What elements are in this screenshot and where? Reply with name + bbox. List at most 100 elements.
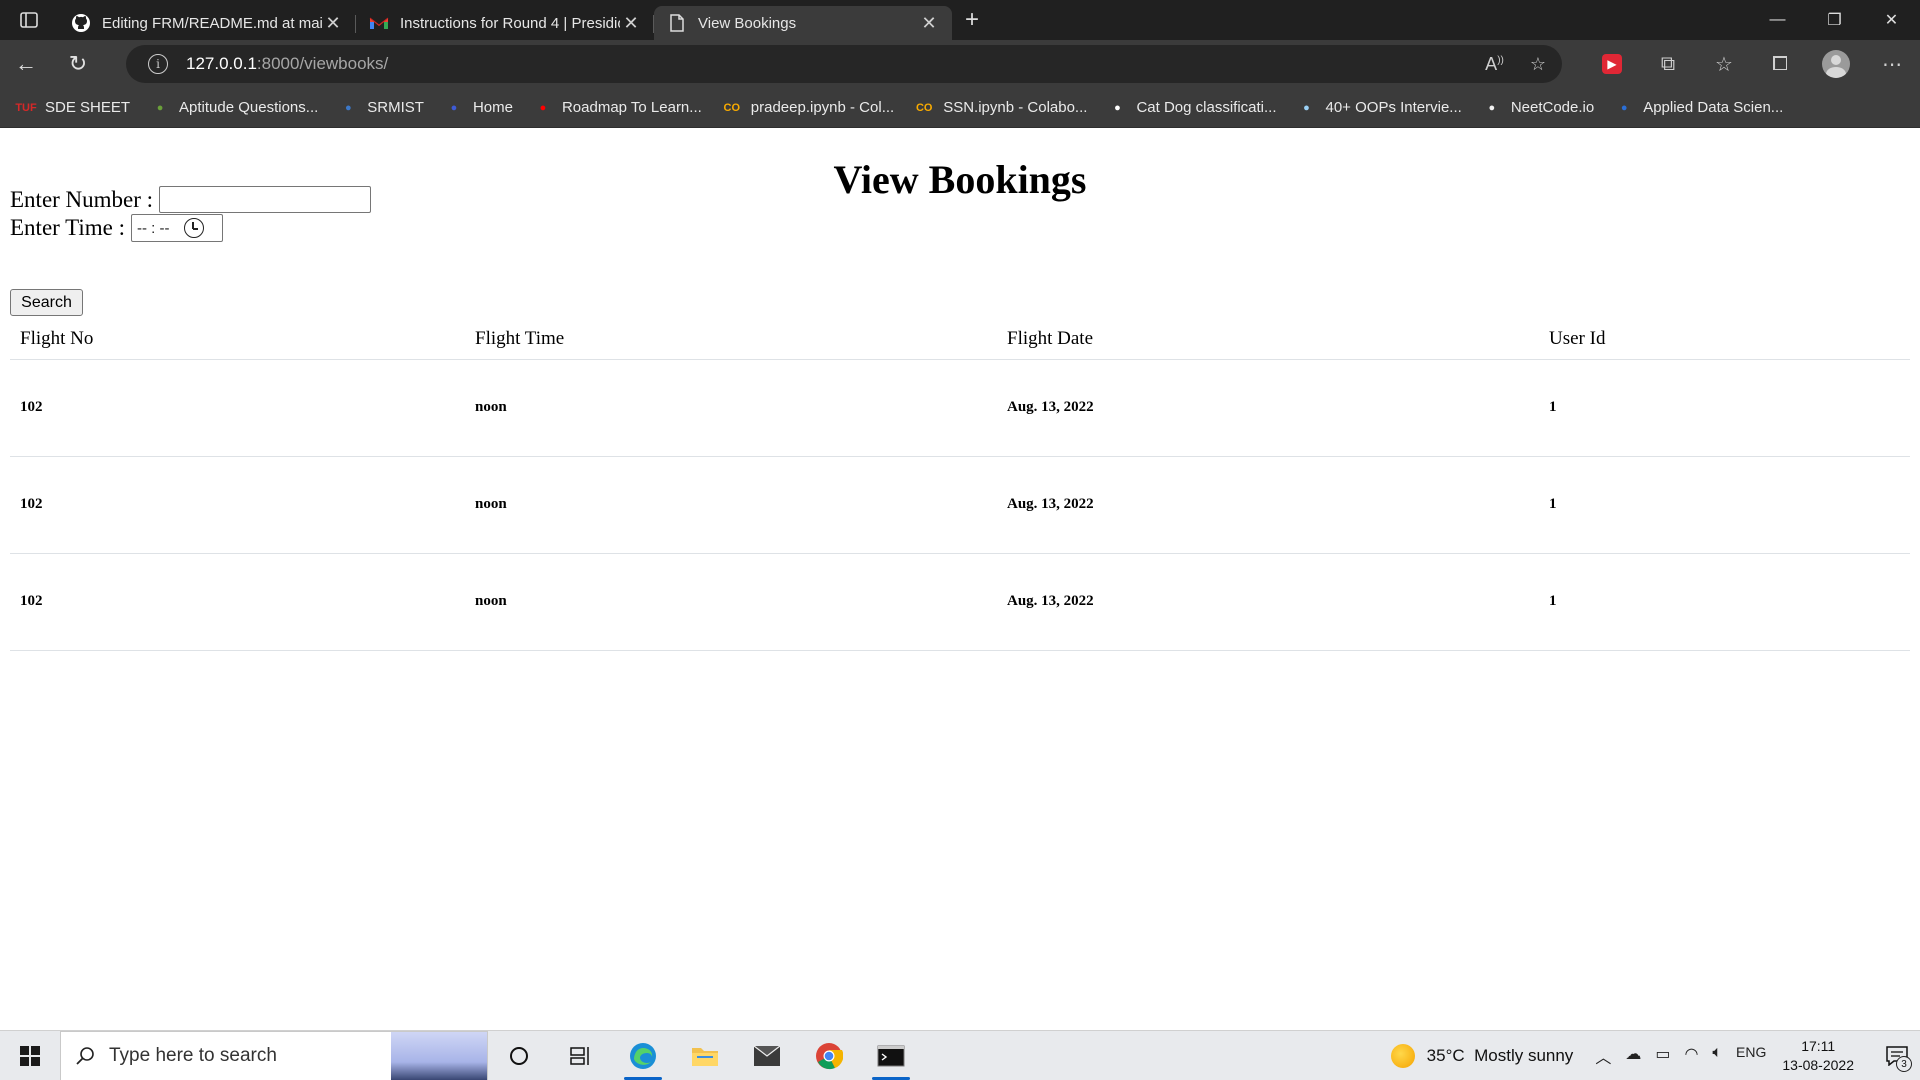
cell-flight-time: noon <box>465 553 997 651</box>
address-toolbar: ← ↻ i 127.0.0.1:8000/viewbooks/ A)) ☆ ▶ … <box>0 40 1920 88</box>
bookmark-label: SSN.ipynb - Colabo... <box>943 99 1088 116</box>
volume-icon[interactable]: 🔈︎ <box>1712 1044 1722 1068</box>
browser-toolbar-icons: ▶ ⧉ ☆ ⧠ ⋯ <box>1584 40 1920 88</box>
taskbar-mail[interactable] <box>736 1031 798 1080</box>
search-icon <box>76 1046 94 1065</box>
taskbar-clock[interactable]: 17:11 13-08-2022 <box>1782 1037 1854 1075</box>
profile-avatar-icon[interactable] <box>1822 50 1850 78</box>
battery-icon[interactable]: ▭ <box>1655 1044 1670 1068</box>
mountain-icon: ● <box>1303 101 1310 114</box>
cell-flight-time: noon <box>465 456 997 554</box>
tab-github-readme[interactable]: Editing FRM/README.md at main ✕ <box>58 6 356 40</box>
terminal-icon <box>877 1045 905 1066</box>
windows-taskbar: Type here to search 35°C Mostly sunny ︿ … <box>0 1030 1920 1080</box>
cell-user-id: 1 <box>1539 456 1910 554</box>
time-label: Enter Time : <box>10 215 126 240</box>
bookmark-item[interactable]: ● Home <box>444 98 513 118</box>
close-tab-icon[interactable]: ✕ <box>918 13 940 34</box>
bookmark-item[interactable]: ● SRMIST <box>338 98 424 118</box>
bookmark-label: 40+ OOPs Intervie... <box>1325 99 1462 116</box>
close-tab-icon[interactable]: ✕ <box>620 13 642 34</box>
search-button[interactable]: Search <box>10 289 83 316</box>
language-indicator[interactable]: ENG <box>1736 1044 1766 1068</box>
back-button[interactable]: ← <box>0 40 52 88</box>
taskbar-chrome[interactable] <box>798 1031 860 1080</box>
task-view-button[interactable] <box>550 1031 612 1080</box>
close-tab-icon[interactable]: ✕ <box>322 13 344 34</box>
bookmark-item[interactable]: CO SSN.ipynb - Colabo... <box>914 98 1088 118</box>
tab-gmail-instructions[interactable]: Instructions for Round 4 | Presidio ✕ <box>356 6 654 40</box>
refresh-icon: ↻ <box>68 51 88 76</box>
time-input[interactable]: -- : -- <box>131 214 224 242</box>
taskbar-search-box[interactable]: Type here to search <box>60 1030 488 1080</box>
favorites-icon[interactable]: ☆ <box>1696 52 1752 77</box>
more-options-icon[interactable]: ⋯ <box>1864 52 1920 77</box>
bookmark-item[interactable]: ● Aptitude Questions... <box>150 98 319 118</box>
number-input[interactable] <box>159 186 372 213</box>
bookmark-label: Cat Dog classificati... <box>1136 99 1277 116</box>
cortana-button[interactable] <box>488 1031 550 1080</box>
url-text[interactable]: 127.0.0.1:8000/viewbooks/ <box>186 54 388 74</box>
collections-icon[interactable]: ⧠ <box>1752 53 1808 76</box>
header-flight-no: Flight No <box>10 319 465 360</box>
read-aloud-icon[interactable]: A)) <box>1485 54 1504 75</box>
number-row: Enter Number : <box>10 186 372 213</box>
wifi-icon[interactable]: ◠ <box>1684 1044 1698 1068</box>
taskbar-terminal[interactable] <box>860 1031 922 1080</box>
taskbar-file-explorer[interactable] <box>674 1031 736 1080</box>
extensions-icon[interactable]: ⧉ <box>1640 53 1696 76</box>
cortana-icon <box>510 1046 528 1065</box>
table-row: 102 noon Aug. 13, 2022 1 <box>10 456 1910 554</box>
bookmark-label: pradeep.ipynb - Col... <box>750 99 895 116</box>
tab-actions-icon <box>20 12 38 28</box>
bookmark-item[interactable]: ● Roadmap To Learn... <box>533 98 702 118</box>
clock-date: 13-08-2022 <box>1782 1057 1854 1073</box>
gmail-icon <box>368 12 390 34</box>
tray-icons: ︿ ☁ ▭ ◠ 🔈︎ ENG <box>1595 1044 1766 1068</box>
cell-flight-date: Aug. 13, 2022 <box>997 359 1539 457</box>
system-tray: 35°C Mostly sunny ︿ ☁ ▭ ◠ 🔈︎ ENG 17:11 1… <box>1390 1031 1920 1080</box>
add-favorite-icon[interactable]: ☆ <box>1530 54 1546 75</box>
start-button[interactable] <box>0 1031 60 1080</box>
tab-title: Instructions for Round 4 | Presidio <box>400 14 620 32</box>
taskbar-search-placeholder: Type here to search <box>109 1044 277 1066</box>
table-row: 102 noon Aug. 13, 2022 1 <box>10 359 1910 457</box>
chart-icon: ● <box>1114 101 1121 114</box>
bookmark-item[interactable]: ● 40+ OOPs Intervie... <box>1297 98 1462 118</box>
bookmark-item[interactable]: ● NeetCode.io <box>1482 98 1594 118</box>
bookmark-item[interactable]: ● Cat Dog classificati... <box>1107 98 1276 118</box>
weather-text: 35°C Mostly sunny <box>1426 1046 1574 1065</box>
extension-red-icon[interactable]: ▶ <box>1602 54 1622 74</box>
refresh-button[interactable]: ↻ <box>52 40 104 88</box>
colab-icon: CO <box>915 101 933 114</box>
bookmark-item[interactable]: TUF SDE SHEET <box>15 98 130 118</box>
notifications-button[interactable]: 3 <box>1874 1031 1920 1080</box>
close-window-icon[interactable]: ✕ <box>1863 0 1920 40</box>
bookmark-label: Aptitude Questions... <box>179 99 319 116</box>
bookmark-item[interactable]: ● Applied Data Scien... <box>1614 98 1783 118</box>
tab-actions-button[interactable] <box>0 0 58 40</box>
taskbar-edge[interactable] <box>612 1031 674 1080</box>
minimize-icon[interactable]: — <box>1749 0 1806 40</box>
clock-icon[interactable] <box>183 218 204 238</box>
bookmark-item[interactable]: CO pradeep.ipynb - Col... <box>722 98 895 118</box>
site-info-icon[interactable]: i <box>148 54 168 74</box>
new-tab-button[interactable]: + <box>952 0 992 40</box>
edge-icon <box>630 1042 656 1069</box>
page-content: View Bookings Enter Number : Enter Time … <box>0 128 1920 1030</box>
network-cloud-icon[interactable]: ☁ <box>1625 1044 1641 1068</box>
chrome-icon <box>816 1042 843 1069</box>
url-bar[interactable]: i 127.0.0.1:8000/viewbooks/ A)) ☆ <box>126 45 1562 83</box>
cell-flight-time: noon <box>465 359 997 457</box>
chevron-up-icon[interactable]: ︿ <box>1595 1044 1611 1068</box>
notification-count-badge: 3 <box>1896 1056 1912 1072</box>
time-row: Enter Time : -- : -- <box>10 214 224 242</box>
time-placeholder: -- : -- <box>137 219 170 237</box>
tuf-icon: TUF <box>15 101 37 114</box>
tab-view-bookings[interactable]: View Bookings ✕ <box>654 6 952 40</box>
omnibox-actions: A)) ☆ <box>1485 54 1546 75</box>
restore-icon[interactable]: ❐ <box>1806 0 1863 40</box>
youtube-icon: ● <box>539 101 547 114</box>
header-user-id: User Id <box>1539 319 1910 360</box>
weather-widget[interactable]: 35°C Mostly sunny <box>1390 1044 1574 1068</box>
